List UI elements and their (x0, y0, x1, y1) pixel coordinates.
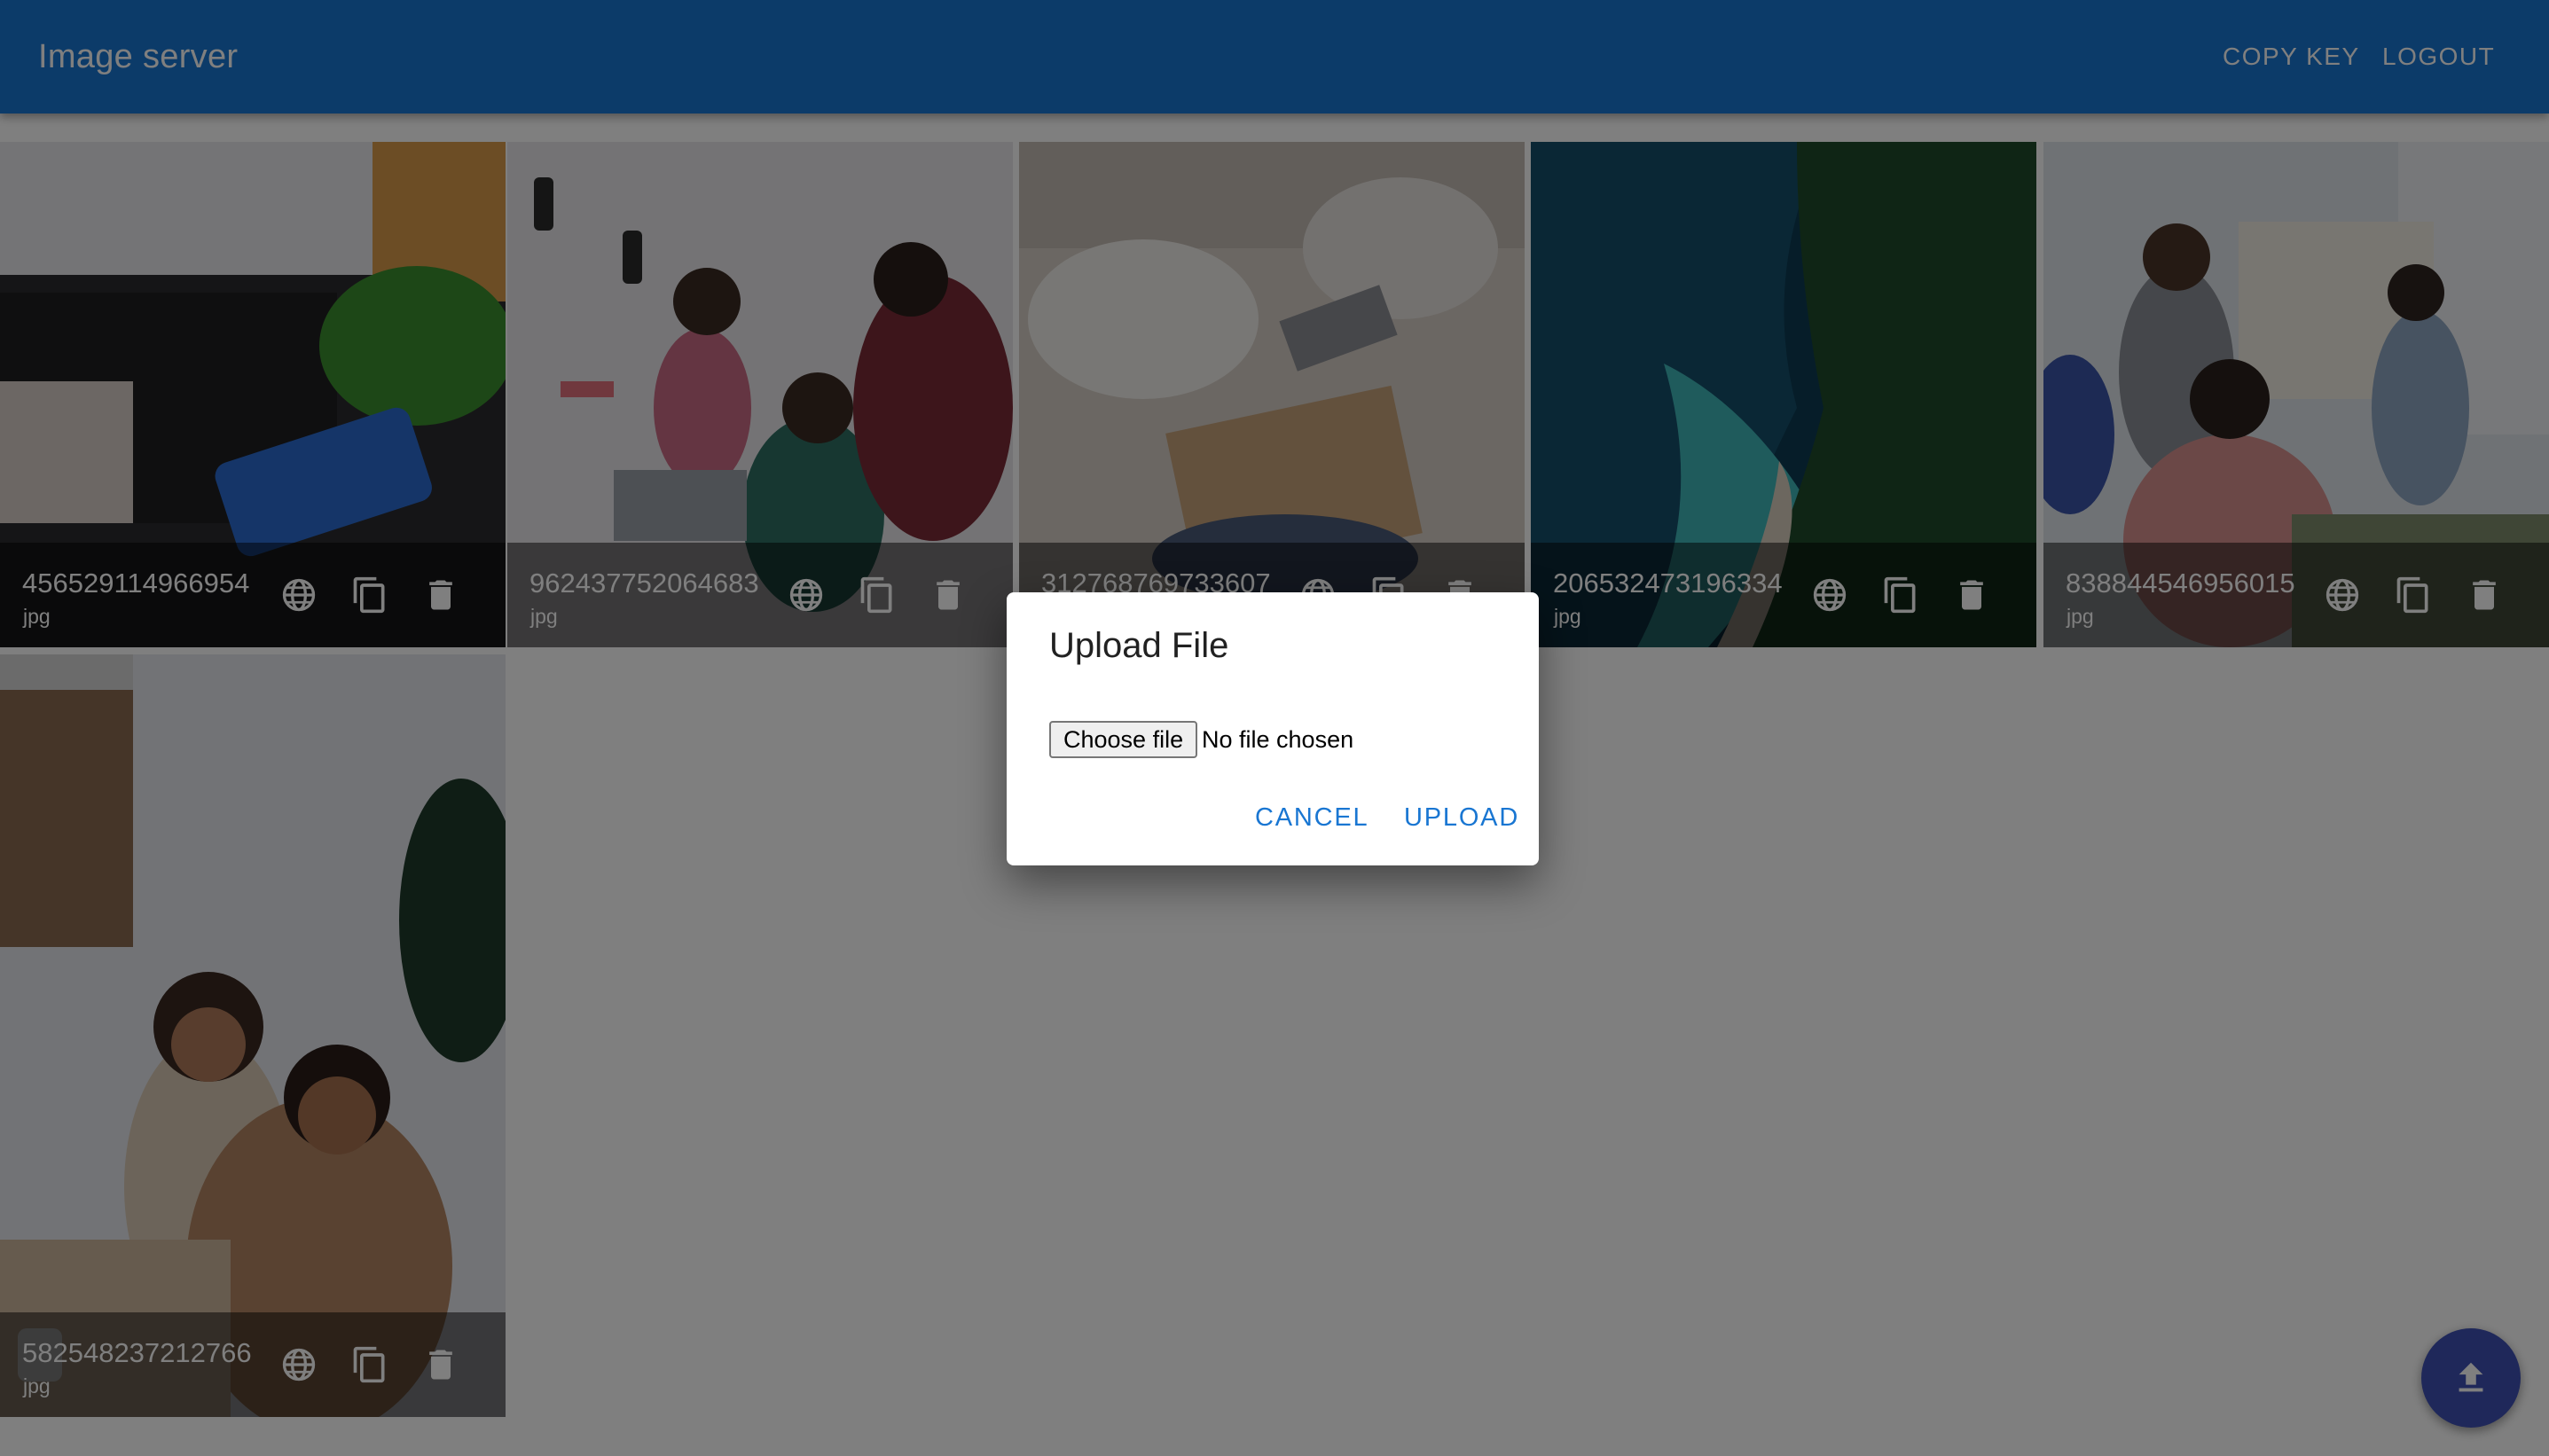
upload-dialog: Upload File Choose file No file chosen C… (1007, 592, 1539, 865)
upload-button[interactable]: UPLOAD (1397, 795, 1526, 841)
cancel-button[interactable]: CANCEL (1248, 795, 1376, 841)
dialog-title: Upload File (1049, 626, 1229, 665)
file-status: No file chosen (1202, 726, 1354, 753)
choose-file-button[interactable]: Choose file (1049, 721, 1198, 758)
